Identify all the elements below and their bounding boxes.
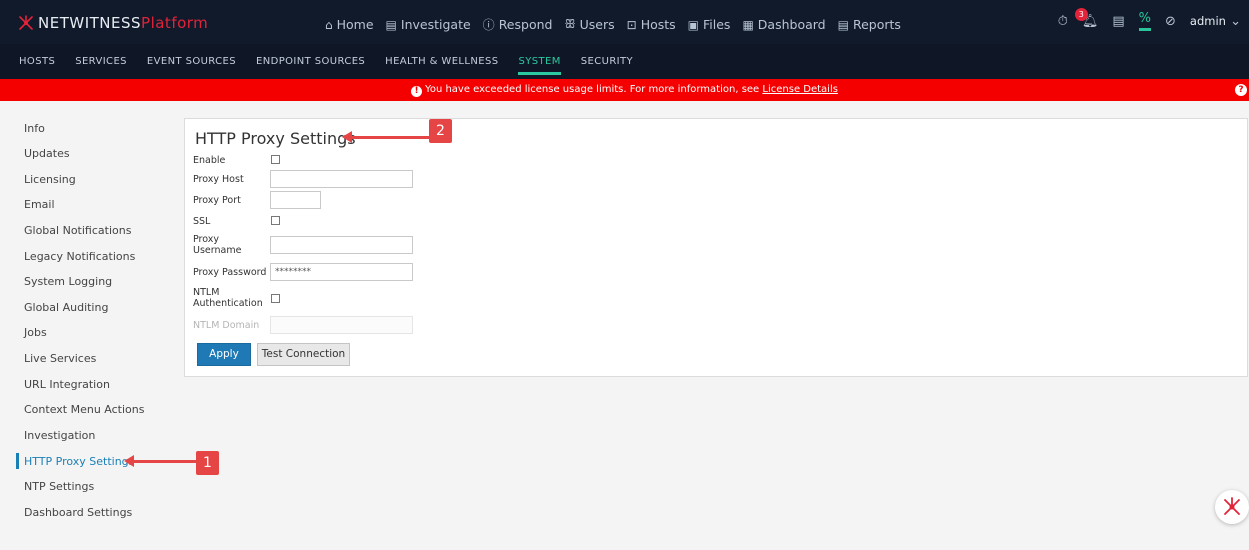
nav-respond[interactable]: ⓘ Respond bbox=[483, 16, 553, 33]
notification-badge: 3 bbox=[1074, 7, 1088, 21]
apply-button[interactable]: Apply bbox=[197, 343, 251, 366]
nav-users[interactable]: ꕥ Users bbox=[564, 16, 614, 33]
home-icon: ⌂ bbox=[325, 17, 333, 32]
top-bar: NETWITNESSPlatform ⌂ Home ▤ Investigate ⓘ R… bbox=[0, 0, 1249, 44]
tab-hosts[interactable]: HOSTS bbox=[19, 44, 55, 79]
nav-files[interactable]: ▣ Files bbox=[688, 16, 731, 33]
sidebar-item-context-menu-actions[interactable]: Context Menu Actions bbox=[24, 403, 144, 416]
tab-services[interactable]: SERVICES bbox=[75, 44, 127, 79]
proxy-password-label: Proxy Password bbox=[193, 267, 267, 278]
nav-hosts[interactable]: ⊡ Hosts bbox=[627, 16, 676, 33]
help-icon[interactable]: ? bbox=[1235, 84, 1247, 96]
sidebar-item-email[interactable]: Email bbox=[24, 198, 55, 211]
sidebar-item-live-services[interactable]: Live Services bbox=[24, 352, 96, 365]
enable-checkbox[interactable] bbox=[271, 155, 280, 164]
banner-text: You have exceeded license usage limits. … bbox=[425, 84, 760, 95]
files-icon: ▣ bbox=[687, 17, 700, 32]
nav-dashboard[interactable]: ▦ Dashboard bbox=[742, 16, 825, 33]
brand[interactable]: NETWITNESSPlatform bbox=[18, 14, 208, 32]
enable-label: Enable bbox=[193, 155, 226, 166]
main-nav: ⌂ Home ▤ Investigate ⓘ Respond ꕥ Users ⊡ Host… bbox=[325, 16, 901, 33]
floating-action-button[interactable] bbox=[1215, 490, 1249, 524]
admin-subnav: HOSTS SERVICES EVENT SOURCES ENDPOINT SO… bbox=[0, 44, 1249, 79]
sidebar-item-url-integration[interactable]: URL Integration bbox=[24, 378, 110, 391]
callout-1-arrow bbox=[132, 460, 196, 463]
chevron-down-icon: ⌄ bbox=[1230, 13, 1241, 29]
proxy-port-label: Proxy Port bbox=[193, 195, 241, 206]
reports-icon: ▤ bbox=[837, 17, 849, 32]
ntlm-authentication-label: NTLM Authentication bbox=[193, 287, 263, 309]
proxy-username-label: Proxy Username bbox=[193, 234, 242, 256]
netwitness-logo-icon bbox=[19, 15, 33, 30]
sidebar-item-global-notifications[interactable]: Global Notifications bbox=[24, 224, 131, 237]
netwitness-logo-icon bbox=[1224, 497, 1240, 515]
sidebar-item-global-auditing[interactable]: Global Auditing bbox=[24, 301, 108, 314]
sidebar-item-info[interactable]: Info bbox=[24, 122, 45, 135]
ntlm-authentication-checkbox[interactable] bbox=[271, 294, 280, 303]
callout-1-badge: 1 bbox=[196, 451, 219, 475]
ntlm-domain-label: NTLM Domain bbox=[193, 320, 260, 331]
timer-icon[interactable]: ⏱ bbox=[1058, 14, 1068, 29]
sidebar-item-updates[interactable]: Updates bbox=[24, 147, 70, 160]
active-indicator bbox=[16, 453, 19, 469]
tab-security[interactable]: SECURITY bbox=[581, 44, 633, 79]
nav-home[interactable]: ⌂ Home bbox=[325, 16, 374, 33]
proxy-username-field[interactable] bbox=[270, 236, 413, 254]
notifications-bell-icon[interactable]: 🔔︎ 3 bbox=[1074, 7, 1098, 29]
brand-name: NETWITNESSPlatform bbox=[38, 14, 209, 32]
system-sidebar: Info Updates Licensing Email Global Noti… bbox=[0, 101, 170, 550]
proxy-host-field[interactable] bbox=[270, 170, 413, 188]
sidebar-item-system-logging[interactable]: System Logging bbox=[24, 275, 112, 288]
sidebar-item-ntp-settings[interactable]: NTP Settings bbox=[24, 480, 94, 493]
respond-icon: ⓘ bbox=[482, 18, 495, 32]
license-warning-banner: ! You have exceeded license usage limits.… bbox=[0, 79, 1249, 101]
tasks-icon[interactable]: ▤ bbox=[1112, 14, 1124, 29]
ntlm-domain-field bbox=[270, 316, 413, 334]
nav-reports[interactable]: ▤ Reports bbox=[838, 16, 901, 33]
sidebar-item-jobs[interactable]: Jobs bbox=[24, 326, 47, 339]
page-title: HTTP Proxy Settings bbox=[195, 129, 356, 148]
tab-health-wellness[interactable]: HEALTH & WELLNESS bbox=[385, 44, 498, 79]
help-icon[interactable]: ⊘ bbox=[1165, 14, 1176, 29]
warning-icon: ! bbox=[411, 86, 423, 97]
callout-2-badge: 2 bbox=[429, 119, 452, 143]
license-details-link[interactable]: License Details bbox=[762, 84, 838, 95]
dashboard-icon: ▦ bbox=[742, 17, 754, 32]
hosts-icon: ⊡ bbox=[626, 17, 637, 32]
proxy-host-label: Proxy Host bbox=[193, 174, 244, 185]
user-menu[interactable]: admin ⌄ bbox=[1190, 14, 1241, 29]
admin-tools-icon[interactable]: % bbox=[1138, 11, 1151, 31]
test-connection-button[interactable]: Test Connection bbox=[257, 343, 350, 366]
investigate-icon: ▤ bbox=[385, 17, 397, 32]
right-nav: ⏱ 🔔︎ 3 ▤ % ⊘ admin ⌄ bbox=[1058, 7, 1241, 31]
sidebar-item-http-proxy-settings[interactable]: HTTP Proxy Settings bbox=[24, 455, 134, 468]
sidebar-item-dashboard-settings[interactable]: Dashboard Settings bbox=[24, 506, 132, 519]
ssl-checkbox[interactable] bbox=[271, 216, 280, 225]
sidebar-item-investigation[interactable]: Investigation bbox=[24, 429, 95, 442]
http-proxy-settings-panel: HTTP Proxy Settings Enable Proxy Host Pr… bbox=[184, 118, 1248, 377]
users-icon: ꕥ bbox=[564, 17, 576, 31]
sidebar-item-licensing[interactable]: Licensing bbox=[24, 173, 76, 186]
tab-system[interactable]: SYSTEM bbox=[518, 44, 562, 79]
nav-investigate[interactable]: ▤ Investigate bbox=[386, 16, 471, 33]
proxy-port-field[interactable] bbox=[270, 191, 321, 209]
sidebar-item-legacy-notifications[interactable]: Legacy Notifications bbox=[24, 250, 135, 263]
tab-endpoint-sources[interactable]: ENDPOINT SOURCES bbox=[256, 44, 365, 79]
proxy-password-field[interactable]: ******** bbox=[270, 263, 413, 281]
ssl-label: SSL bbox=[193, 216, 211, 227]
tab-event-sources[interactable]: EVENT SOURCES bbox=[147, 44, 236, 79]
callout-2-arrow bbox=[350, 136, 430, 139]
